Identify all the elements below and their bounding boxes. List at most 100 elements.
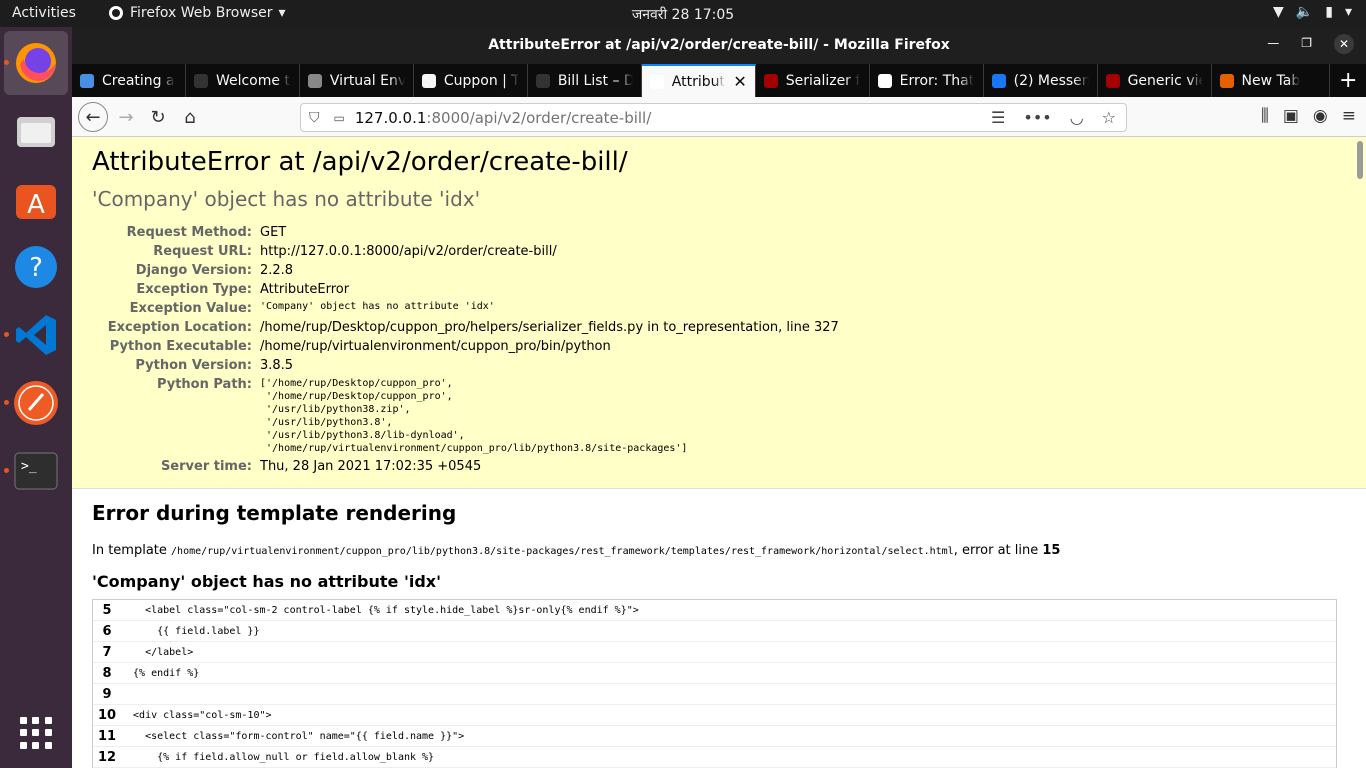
library-icon[interactable]: ⫼	[1261, 106, 1269, 126]
template-info: In template /home/rup/virtualenvironment…	[92, 543, 1346, 558]
dock-firefox[interactable]	[4, 31, 68, 95]
show-applications-icon[interactable]	[20, 717, 52, 749]
reload-button[interactable]: ↻	[144, 104, 172, 130]
activities-button[interactable]: Activities	[12, 5, 76, 21]
tab-2[interactable]: Virtual Env	[300, 64, 414, 97]
template-error-subheading: 'Company' object has no attribute 'idx'	[92, 572, 441, 591]
tab-4[interactable]: Bill List – Djan	[528, 64, 642, 97]
account-icon[interactable]: ◉	[1313, 106, 1328, 126]
window-titlebar[interactable]: AttributeError at /api/v2/order/create-b…	[72, 27, 1366, 64]
scrollbar[interactable]	[1357, 141, 1363, 179]
page-actions-icon[interactable]: •••	[1023, 108, 1051, 127]
dock-terminal[interactable]: >_	[4, 439, 68, 503]
line-number: 10	[97, 708, 117, 723]
reader-view-icon[interactable]: ☰	[991, 108, 1005, 127]
close-tab-icon[interactable]: ✕	[733, 72, 746, 91]
app-icon	[421, 73, 436, 88]
meta-value: /home/rup/virtualenvironment/cuppon_pro/…	[260, 339, 611, 354]
line-source: <select class="form-control" name="{{ fi…	[121, 731, 465, 742]
new-tab-button[interactable]: +	[1330, 64, 1366, 97]
meta-label: Django Version:	[135, 263, 252, 278]
tab-6[interactable]: Serializer f	[756, 64, 870, 97]
tab-1[interactable]: Welcome to W	[186, 64, 300, 97]
facebook-icon	[991, 73, 1006, 88]
menu-icon[interactable]: ≡	[1342, 106, 1356, 126]
tab-label: Welcome to W	[215, 72, 291, 89]
tab-5[interactable]: AttributeEr ✕	[641, 64, 756, 97]
meta-value: GET	[260, 225, 287, 240]
tab-10[interactable]: New Tab	[1212, 64, 1331, 97]
meta-value: 2.2.8	[260, 263, 294, 278]
system-tray[interactable]: ▼ 🔈 ▮ ▾	[1273, 4, 1352, 20]
url-text[interactable]: 127.0.0.1:8000/api/v2/order/create-bill/	[355, 109, 651, 127]
firefox-window: AttributeError at /api/v2/order/create-b…	[72, 27, 1366, 768]
tab-3[interactable]: Cuppon | T	[414, 64, 528, 97]
home-button[interactable]: ⌂	[176, 104, 204, 130]
meta-label: Python Version:	[135, 358, 252, 373]
meta-row: Exception Value: 'Company' object has no …	[92, 299, 839, 318]
blank-icon	[193, 73, 208, 88]
tab-7[interactable]: Error: That	[870, 64, 984, 97]
forward-button[interactable]: →	[112, 104, 140, 130]
bookmark-star-icon[interactable]: ☆	[1102, 108, 1116, 127]
reload-icon: ↻	[150, 106, 166, 128]
error-line-number: 15	[1042, 543, 1061, 558]
source-line: 12 {% if field.allow_null or field.allow…	[93, 747, 1336, 768]
meta-value: AttributeError	[260, 282, 350, 297]
line-number: 11	[97, 729, 117, 744]
line-source: <div class="col-sm-10">	[121, 710, 272, 721]
meta-row: Exception Type: AttributeError	[92, 280, 839, 299]
sidebar-icon[interactable]: ▣	[1283, 106, 1299, 126]
meta-row: Request Method: GET	[92, 223, 839, 242]
blank-icon	[535, 73, 550, 88]
folder-icon	[17, 117, 55, 147]
tab-9[interactable]: Generic vie	[1098, 64, 1212, 97]
meta-row: Python Path: ['/home/rup/Desktop/cuppon_p…	[92, 375, 839, 457]
svg-text:?: ?	[29, 253, 43, 283]
dock-ubuntu-software[interactable]: A	[4, 167, 68, 231]
dock-postman[interactable]	[4, 371, 68, 435]
svg-text:>_: >_	[21, 459, 37, 474]
app-menu-label: Firefox Web Browser	[130, 5, 273, 21]
bookmark-icon	[763, 73, 778, 88]
pocket-icon[interactable]: ◡	[1070, 108, 1084, 127]
shield-icon[interactable]: ⛉	[309, 110, 320, 126]
line-number: 6	[102, 624, 112, 639]
meta-label: Exception Value:	[129, 301, 252, 316]
app-menu[interactable]: Firefox Web Browser ▾	[108, 5, 286, 21]
dock-files[interactable]	[4, 99, 68, 163]
google-icon	[877, 73, 892, 88]
wifi-icon: ▼	[1273, 4, 1284, 20]
source-line: 7 </label>	[93, 642, 1336, 663]
url-host: 127.0.0.1	[354, 108, 427, 127]
dock-help[interactable]: ?	[4, 235, 68, 299]
error-subtitle: 'Company' object has no attribute 'idx'	[92, 187, 481, 211]
url-bar[interactable]: ⛉ ▭ 127.0.0.1:8000/api/v2/order/create-b…	[300, 103, 1127, 132]
minimize-icon[interactable]: —	[1267, 36, 1279, 54]
maximize-icon[interactable]: ❐	[1301, 36, 1312, 54]
tab-label: New Tab	[1241, 72, 1301, 89]
meta-value: 3.8.5	[260, 358, 294, 373]
navigation-toolbar: ← → ↻ ⌂ ⛉ ▭ 127.0.0.1:8000/api/v2/order/…	[72, 97, 1366, 137]
tab-8[interactable]: (2) Messen	[984, 64, 1098, 97]
firefox-icon	[16, 43, 56, 83]
dock: A ? >_	[0, 27, 72, 768]
meta-label: Server time:	[160, 459, 252, 474]
tab-0[interactable]: Creating a	[72, 64, 186, 97]
dock-vscode[interactable]	[4, 303, 68, 367]
source-line: 10 <div class="col-sm-10">	[93, 705, 1336, 726]
source-line: 9	[93, 684, 1336, 705]
meta-label: Exception Type:	[136, 282, 252, 297]
url-path: :8000/api/v2/order/create-bill/	[426, 108, 652, 127]
close-icon[interactable]: ✕	[1334, 34, 1354, 54]
page-info-icon[interactable]: ▭	[334, 111, 345, 125]
back-button[interactable]: ←	[78, 102, 108, 132]
meta-row: Python Executable: /home/rup/virtualenvir…	[92, 337, 839, 356]
blank-icon	[649, 74, 664, 89]
tab-label: Serializer f	[785, 72, 861, 89]
tab-label: Cuppon | T	[443, 72, 519, 89]
line-source: </label>	[121, 647, 194, 658]
bookmark-icon	[1105, 73, 1120, 88]
page-content: AttributeError at /api/v2/order/create-b…	[72, 137, 1366, 768]
tab-label: Virtual Env	[329, 72, 405, 89]
